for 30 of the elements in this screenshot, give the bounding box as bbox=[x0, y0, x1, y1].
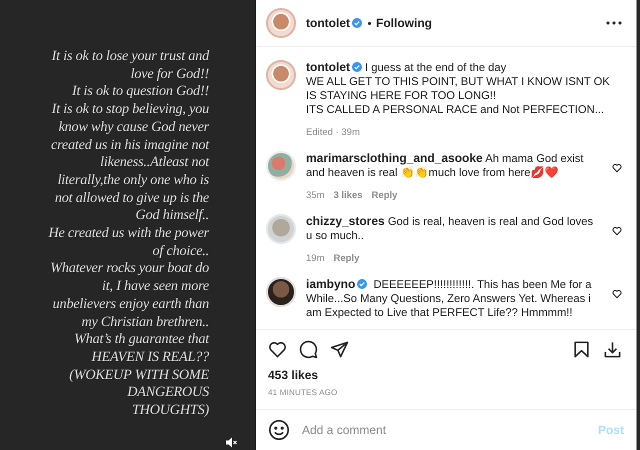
post-time: 41 MINUTES AGO bbox=[268, 388, 338, 397]
muted-speaker-icon[interactable] bbox=[226, 437, 237, 448]
more-options-icon[interactable] bbox=[606, 21, 622, 25]
heart-icon[interactable] bbox=[612, 163, 622, 173]
emoji-icon[interactable] bbox=[268, 419, 290, 441]
comment-time: 35m bbox=[306, 190, 324, 201]
heart-icon[interactable] bbox=[612, 226, 622, 236]
avatar[interactable] bbox=[266, 277, 296, 307]
caption-text: tontolet I guess at the end of the day WE ALL GET TO THIS POINT, BUT WHAT I KNOW ISNT OK IS STAYING HERE FOR TOO LONG!! ITS CALLED A PERSONAL RACE and Not PERFECTION... bbox=[306, 60, 611, 117]
separator-dot bbox=[368, 22, 371, 24]
comment-icon[interactable] bbox=[299, 340, 318, 359]
comment-text: marimarsclothing_and_asooke Ah mama God exist and heaven is real 👏👏much love from here💋❤ bbox=[306, 151, 584, 180]
username-link[interactable]: iambyno bbox=[306, 277, 356, 291]
comment-text: chizzy_stores God is real, heaven is real and God loves u so much.. bbox=[306, 214, 594, 243]
likes-count[interactable]: 453 likes bbox=[268, 368, 622, 382]
username-link[interactable]: tontolet bbox=[306, 16, 350, 30]
comment-input[interactable]: Add a comment bbox=[302, 423, 586, 437]
heart-icon[interactable] bbox=[612, 289, 622, 299]
username-link[interactable]: chizzy_stores bbox=[306, 214, 385, 228]
download-icon[interactable] bbox=[603, 340, 622, 359]
comment-text: iambyno DEEEEEEP!!!!!!!!!!!!. This has been Me for a While...So Many Questions, Zero Answers Yet. Whereas i am Expected to Live that PERFECT Life?? Hmmmm!! bbox=[306, 277, 592, 320]
bookmark-icon[interactable] bbox=[572, 340, 591, 359]
comment-time: 19m bbox=[306, 253, 324, 264]
username-link[interactable]: tontolet bbox=[306, 60, 350, 74]
story-text: It is ok to lose your trust and love for God!! It is ok to question God!! It is ok to stop believing, you know why cause God never created us in his imagine not likeness..Atleast not literally,the only one who is not allowed to give up is the God himself.. He created us with the power of choice.. Whatever rocks your boat do it, I have seen more unbelievers enjoy earth than my Christian brethren.. What’s th guarantee that HEAVEN IS REAL?? (WOKEUP WITH SOME DANGEROUS THOUGHTS) bbox=[48, 48, 209, 420]
following-button[interactable]: Following bbox=[376, 16, 432, 30]
heart-icon[interactable] bbox=[268, 340, 287, 359]
username-link[interactable]: marimarsclothing_and_asooke bbox=[306, 151, 483, 165]
send-icon[interactable] bbox=[330, 340, 349, 359]
edited-time: Edited · 39m bbox=[306, 127, 360, 138]
